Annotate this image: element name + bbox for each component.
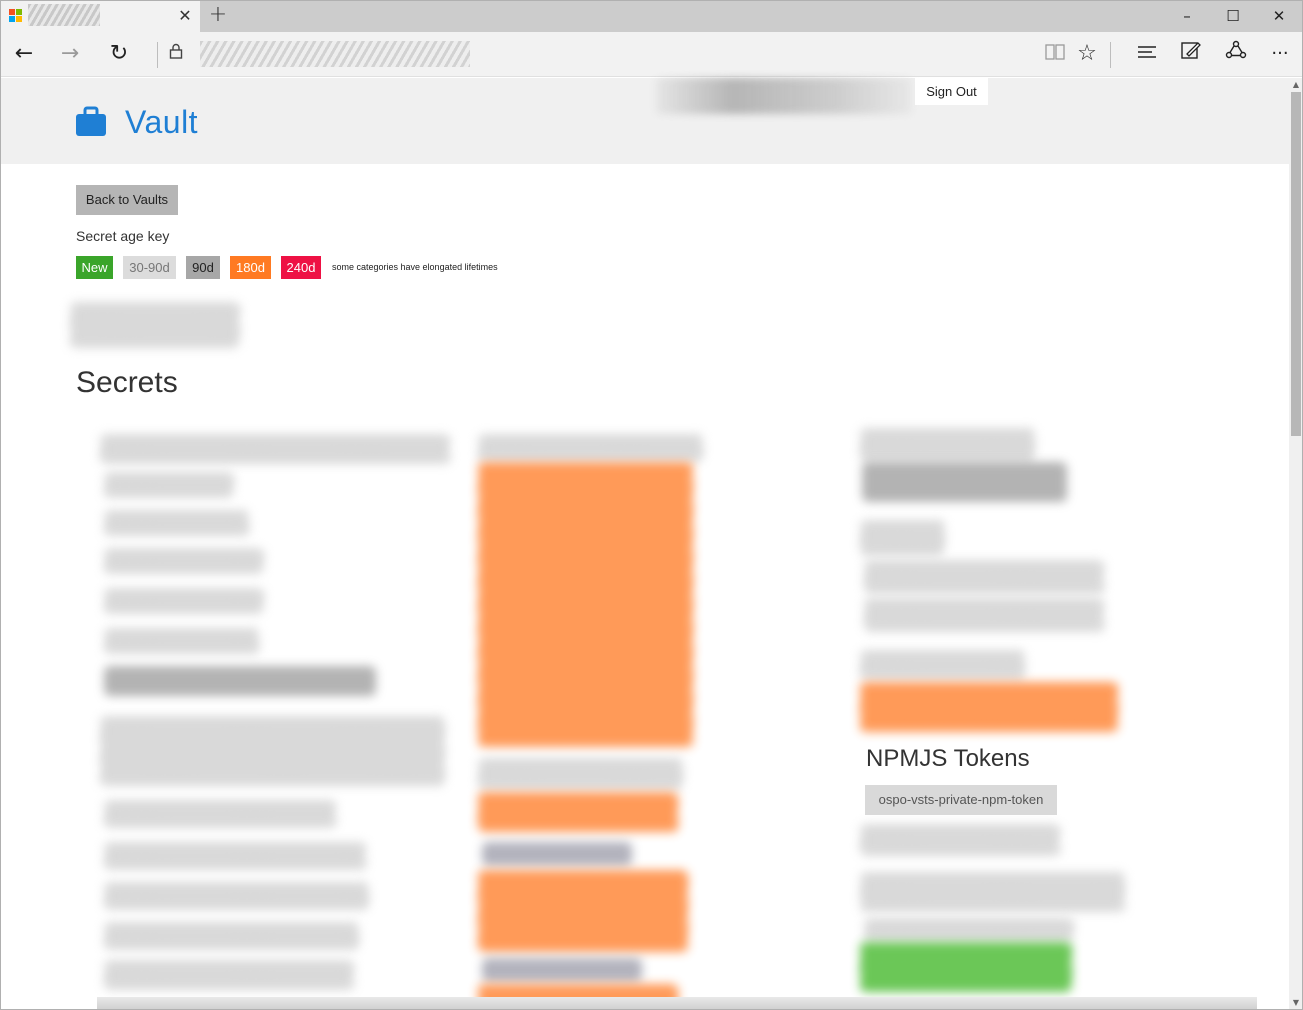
new-tab-button[interactable]: + bbox=[206, 4, 230, 28]
secrets-heading: Secrets bbox=[76, 366, 178, 399]
age-chip-new: New bbox=[76, 256, 113, 279]
age-chip-180d: 180d bbox=[230, 256, 271, 279]
hub-icon[interactable] bbox=[1130, 38, 1164, 70]
redacted-secret[interactable] bbox=[864, 918, 1074, 942]
tab-title-redacted bbox=[28, 4, 100, 26]
redacted-secret[interactable] bbox=[482, 958, 642, 982]
redacted-category-heading bbox=[860, 520, 945, 556]
redacted-category-heading bbox=[478, 758, 683, 790]
favorite-star-icon[interactable]: ☆ bbox=[1070, 38, 1104, 70]
redacted-secret[interactable] bbox=[104, 960, 354, 990]
back-to-vaults-button[interactable]: Back to Vaults bbox=[76, 185, 178, 215]
redacted-category-heading bbox=[860, 428, 1035, 462]
scroll-up-arrow-icon[interactable]: ▲ bbox=[1289, 80, 1303, 90]
redacted-secret[interactable] bbox=[860, 942, 1072, 992]
redacted-secret[interactable] bbox=[104, 588, 264, 614]
redacted-secret[interactable] bbox=[482, 842, 632, 866]
more-icon[interactable]: ··· bbox=[1263, 38, 1297, 70]
npmjs-tokens-heading: NPMJS Tokens bbox=[866, 745, 1030, 772]
app-title: Vault bbox=[125, 104, 199, 140]
sign-out-button[interactable]: Sign Out bbox=[915, 78, 988, 105]
redacted-secret[interactable] bbox=[104, 472, 234, 498]
redacted-secret[interactable] bbox=[104, 666, 376, 696]
forward-icon[interactable]: → bbox=[53, 38, 87, 70]
content-bottom-edge bbox=[97, 997, 1257, 1010]
redacted-secret[interactable] bbox=[104, 800, 336, 828]
redacted-secret[interactable] bbox=[104, 882, 369, 910]
redacted-secret[interactable] bbox=[104, 510, 249, 536]
browser-title-bar: ✕ + – ☐ ✕ bbox=[0, 0, 1303, 32]
page-header: Vault Sign Out bbox=[0, 78, 1289, 164]
age-chip-30-90d: 30-90d bbox=[123, 256, 176, 279]
redacted-secret[interactable] bbox=[864, 598, 1104, 632]
lock-icon bbox=[159, 38, 193, 70]
scroll-down-arrow-icon[interactable]: ▼ bbox=[1289, 998, 1303, 1008]
redacted-secret[interactable] bbox=[860, 824, 1060, 856]
refresh-icon[interactable]: ↻ bbox=[102, 38, 136, 70]
close-window-button[interactable]: ✕ bbox=[1256, 0, 1302, 32]
redacted-secret[interactable] bbox=[104, 628, 259, 654]
age-chip-240d: 240d bbox=[281, 256, 321, 279]
redacted-category-heading bbox=[860, 872, 1125, 912]
age-key-note: some categories have elongated lifetimes bbox=[332, 262, 498, 272]
redacted-category-heading bbox=[860, 650, 1025, 680]
redacted-category-heading bbox=[100, 434, 450, 464]
secret-age-key-label: Secret age key bbox=[76, 228, 170, 244]
web-note-icon[interactable] bbox=[1174, 38, 1208, 70]
lock-icon-svg bbox=[169, 43, 183, 59]
redacted-secret[interactable] bbox=[478, 792, 678, 832]
page-scrollbar[interactable]: ▲ ▼ bbox=[1289, 78, 1303, 1010]
minimize-button[interactable]: – bbox=[1164, 0, 1210, 32]
edge-favicon-icon bbox=[9, 9, 23, 23]
maximize-button[interactable]: ☐ bbox=[1210, 0, 1256, 32]
npm-token-secret[interactable]: ospo-vsts-private-npm-token bbox=[865, 785, 1057, 815]
back-icon[interactable]: ← bbox=[7, 38, 41, 70]
address-bar-redacted[interactable] bbox=[200, 41, 470, 67]
toolbar-separator bbox=[1110, 42, 1111, 68]
redacted-category-heading bbox=[478, 434, 703, 462]
redacted-category-heading bbox=[100, 716, 445, 786]
browser-nav-bar: ← → ↻ ☆ ··· bbox=[0, 32, 1303, 77]
redacted-secret[interactable] bbox=[104, 922, 359, 950]
reading-view-icon[interactable] bbox=[1038, 38, 1072, 70]
browser-tab[interactable]: ✕ bbox=[0, 0, 200, 32]
redacted-secret[interactable] bbox=[864, 560, 1104, 594]
briefcase-icon bbox=[76, 106, 106, 136]
share-icon[interactable] bbox=[1219, 38, 1253, 70]
redacted-secret[interactable] bbox=[104, 842, 366, 870]
tab-close-icon[interactable]: ✕ bbox=[176, 6, 194, 26]
redacted-secret-group[interactable] bbox=[478, 870, 688, 952]
redacted-secret[interactable] bbox=[862, 462, 1067, 502]
redacted-secret-group[interactable] bbox=[478, 462, 693, 747]
vault-name-redacted bbox=[70, 302, 240, 348]
nav-separator bbox=[157, 42, 158, 68]
age-chip-90d: 90d bbox=[186, 256, 220, 279]
scrollbar-thumb[interactable] bbox=[1291, 92, 1301, 436]
redacted-secret[interactable] bbox=[860, 682, 1118, 732]
redacted-secret[interactable] bbox=[104, 548, 264, 574]
user-name-redacted bbox=[656, 78, 912, 114]
